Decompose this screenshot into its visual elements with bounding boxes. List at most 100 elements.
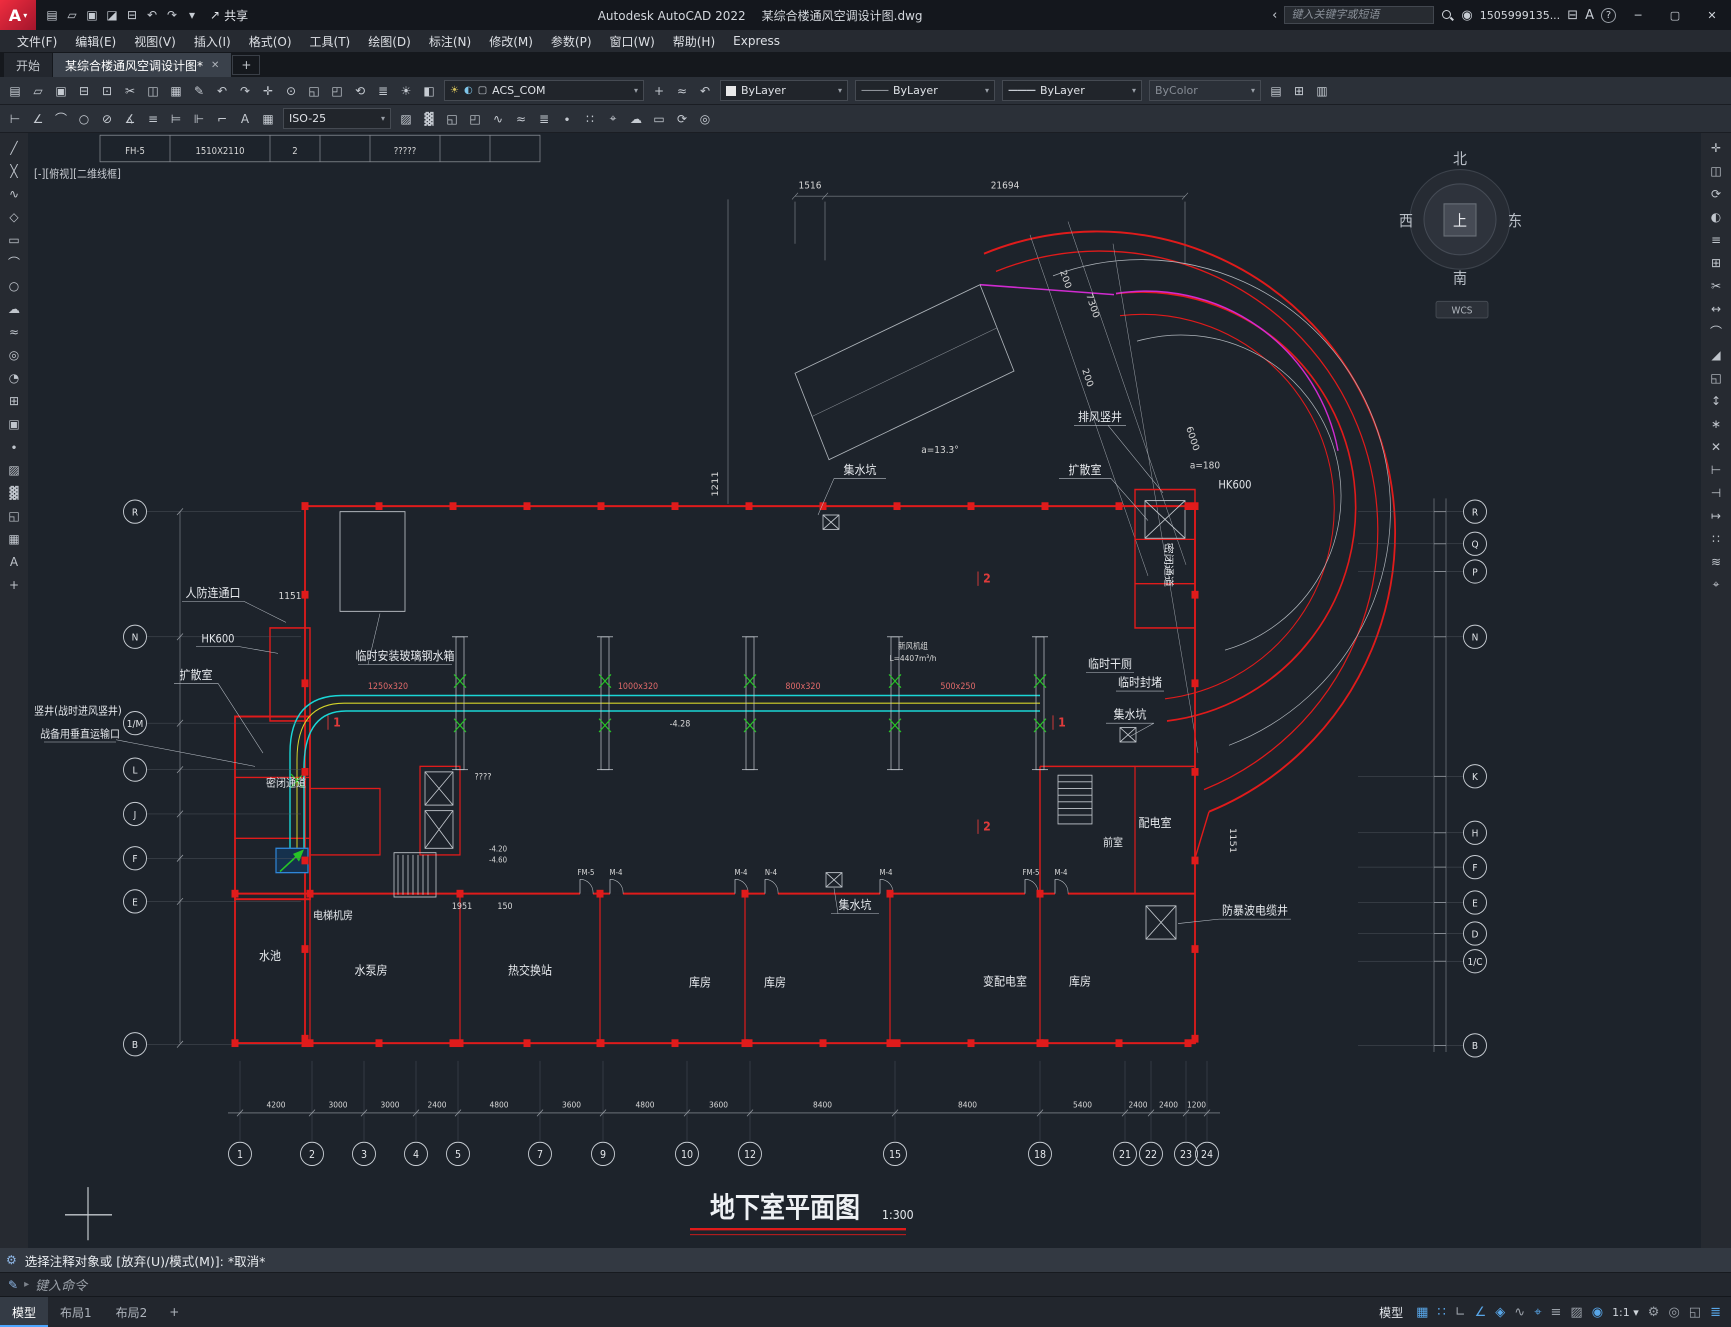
- isolate-icon[interactable]: ◎: [1668, 1305, 1679, 1320]
- compass-south-label[interactable]: 南: [1453, 270, 1467, 288]
- explode-icon[interactable]: ∗: [1706, 414, 1726, 433]
- table-icon[interactable]: ▦: [4, 529, 24, 548]
- drawing-area[interactable]: FH-5 1510X2110 2 ????? [-][俯视][二维线框] 151…: [28, 133, 1701, 1248]
- lineweight-combo[interactable]: ——— ByLayer ▾: [1002, 80, 1142, 101]
- menu-item-9[interactable]: 参数(P): [542, 30, 601, 52]
- stretch-icon[interactable]: ↕: [1706, 391, 1726, 410]
- zoom-previous-icon[interactable]: ◰: [326, 80, 348, 102]
- add-selected-icon[interactable]: +: [4, 575, 24, 594]
- cart-icon[interactable]: ⊟: [1567, 8, 1578, 23]
- snap-icon[interactable]: ∷: [1437, 1305, 1445, 1320]
- hatch-icon[interactable]: ▨: [395, 108, 417, 130]
- point-icon[interactable]: ∙: [556, 108, 578, 130]
- menu-item-8[interactable]: 修改(M): [480, 30, 542, 52]
- make-object-layer-current-icon[interactable]: +: [648, 80, 670, 102]
- menu-item-6[interactable]: 绘图(D): [359, 30, 420, 52]
- line-icon[interactable]: ╱: [4, 138, 24, 157]
- orbit-icon[interactable]: ⟳: [671, 108, 693, 130]
- tab-start[interactable]: 开始: [4, 53, 53, 77]
- multiline-text-icon[interactable]: A: [4, 552, 24, 571]
- erase-icon[interactable]: ✕: [1706, 437, 1726, 456]
- hatch-icon[interactable]: ▨: [4, 460, 24, 479]
- dim-aligned-icon[interactable]: ∠: [27, 108, 49, 130]
- layer-isolate-icon[interactable]: ◧: [418, 80, 440, 102]
- search-expand-icon[interactable]: ‹: [1272, 8, 1277, 23]
- save-as-icon[interactable]: ◪: [102, 4, 122, 26]
- annotation-scale-button[interactable]: 1:1 ▾: [1612, 1306, 1639, 1319]
- viewcube-compass[interactable]: 北 西 东 南 上: [1399, 150, 1522, 287]
- search-icon[interactable]: [1441, 9, 1454, 22]
- mirror-icon[interactable]: ◐: [1706, 207, 1726, 226]
- model-space-toggle[interactable]: 模型: [1379, 1304, 1407, 1321]
- spline-icon[interactable]: ≈: [4, 322, 24, 341]
- move-icon[interactable]: ✛: [1706, 138, 1726, 157]
- help-icon[interactable]: ?: [1601, 7, 1616, 23]
- dim-continue-icon[interactable]: ⊩: [188, 108, 210, 130]
- dim-angular-icon[interactable]: ∡: [119, 108, 141, 130]
- customize-icon[interactable]: ≣: [1710, 1305, 1721, 1320]
- boundary-icon[interactable]: ◱: [441, 108, 463, 130]
- lengthen-icon[interactable]: ↦: [1706, 506, 1726, 525]
- trim-icon[interactable]: ✂: [1706, 276, 1726, 295]
- multiline-icon[interactable]: ≣: [533, 108, 555, 130]
- new-layout-button[interactable]: +: [159, 1305, 189, 1319]
- dimstyle-combo[interactable]: ISO-25 ▾: [283, 108, 391, 129]
- spline-edit-icon[interactable]: ≈: [510, 108, 532, 130]
- regen-icon[interactable]: ⟲: [349, 80, 371, 102]
- apps-icon[interactable]: A: [1585, 8, 1594, 23]
- dim-radius-icon[interactable]: ○: [73, 108, 95, 130]
- measure-icon[interactable]: ⌖: [1706, 575, 1726, 594]
- redo-icon[interactable]: ↷: [234, 80, 256, 102]
- model-space-canvas[interactable]: FH-5 1510X2110 2 ????? [-][俯视][二维线框] 151…: [28, 133, 1701, 1248]
- copy-icon[interactable]: ◫: [142, 80, 164, 102]
- clean-screen-icon[interactable]: ◱: [1689, 1305, 1701, 1320]
- grid-icon[interactable]: ▦: [1416, 1305, 1428, 1320]
- point-icon[interactable]: ∙: [4, 437, 24, 456]
- user-icon[interactable]: ◉: [1461, 8, 1472, 23]
- polar-icon[interactable]: ∠: [1475, 1305, 1487, 1320]
- join-icon[interactable]: ⊢: [1706, 460, 1726, 479]
- share-button[interactable]: ↗ 共享: [210, 7, 248, 24]
- restore-button[interactable]: ▢: [1660, 0, 1690, 30]
- measure-icon[interactable]: ⌖: [602, 108, 624, 130]
- ortho-icon[interactable]: ∟: [1455, 1305, 1466, 1320]
- divide-icon[interactable]: ∷: [579, 108, 601, 130]
- design-center-icon[interactable]: ⊞: [1288, 80, 1310, 102]
- compass-west-label[interactable]: 西: [1399, 212, 1413, 230]
- lineweight-icon[interactable]: ≡: [1551, 1305, 1562, 1320]
- polygon-icon[interactable]: ◇: [4, 207, 24, 226]
- menu-item-0[interactable]: 文件(F): [8, 30, 66, 52]
- rotate-icon[interactable]: ⟳: [1706, 184, 1726, 203]
- new-icon[interactable]: ▤: [42, 4, 62, 26]
- open-icon[interactable]: ▱: [27, 80, 49, 102]
- properties-palette-icon[interactable]: ▤: [1265, 80, 1287, 102]
- undo-icon[interactable]: ↶: [142, 4, 162, 26]
- redo-icon[interactable]: ↷: [162, 4, 182, 26]
- gradient-icon[interactable]: ▓: [4, 483, 24, 502]
- command-prompt[interactable]: 键入命令: [35, 1275, 87, 1294]
- dim-diameter-icon[interactable]: ⊘: [96, 108, 118, 130]
- app-logo[interactable]: A ▾: [0, 0, 36, 30]
- color-combo[interactable]: ByLayer ▾: [720, 80, 848, 101]
- open-icon[interactable]: ▱: [62, 4, 82, 26]
- osnap-icon[interactable]: ◈: [1495, 1305, 1505, 1320]
- fillet-icon[interactable]: ⌒: [1706, 322, 1726, 341]
- tool-palettes-icon[interactable]: ▥: [1311, 80, 1333, 102]
- layout-tab-0[interactable]: 模型: [0, 1297, 49, 1327]
- menu-item-1[interactable]: 编辑(E): [66, 30, 125, 52]
- offset-icon[interactable]: ≡: [1706, 230, 1726, 249]
- layer-match-icon[interactable]: ≈: [671, 80, 693, 102]
- wipeout-icon[interactable]: ▭: [648, 108, 670, 130]
- workspace-icon[interactable]: ⚙: [1648, 1305, 1660, 1320]
- layer-combo[interactable]: ☀ ◐ ▢ ACS_COM ▾: [444, 80, 644, 101]
- layer-properties-icon[interactable]: ≣: [372, 80, 394, 102]
- polyline-edit-icon[interactable]: ∿: [487, 108, 509, 130]
- zoom-realtime-icon[interactable]: ⊙: [280, 80, 302, 102]
- menu-item-5[interactable]: 工具(T): [301, 30, 360, 52]
- break-icon[interactable]: ⊣: [1706, 483, 1726, 502]
- minimize-button[interactable]: ─: [1623, 0, 1653, 30]
- dim-linear-icon[interactable]: ⊢: [4, 108, 26, 130]
- menu-item-10[interactable]: 窗口(W): [601, 30, 664, 52]
- match-properties-icon[interactable]: ✎: [188, 80, 210, 102]
- viewport-controls[interactable]: [-][俯视][二维线框]: [34, 167, 121, 181]
